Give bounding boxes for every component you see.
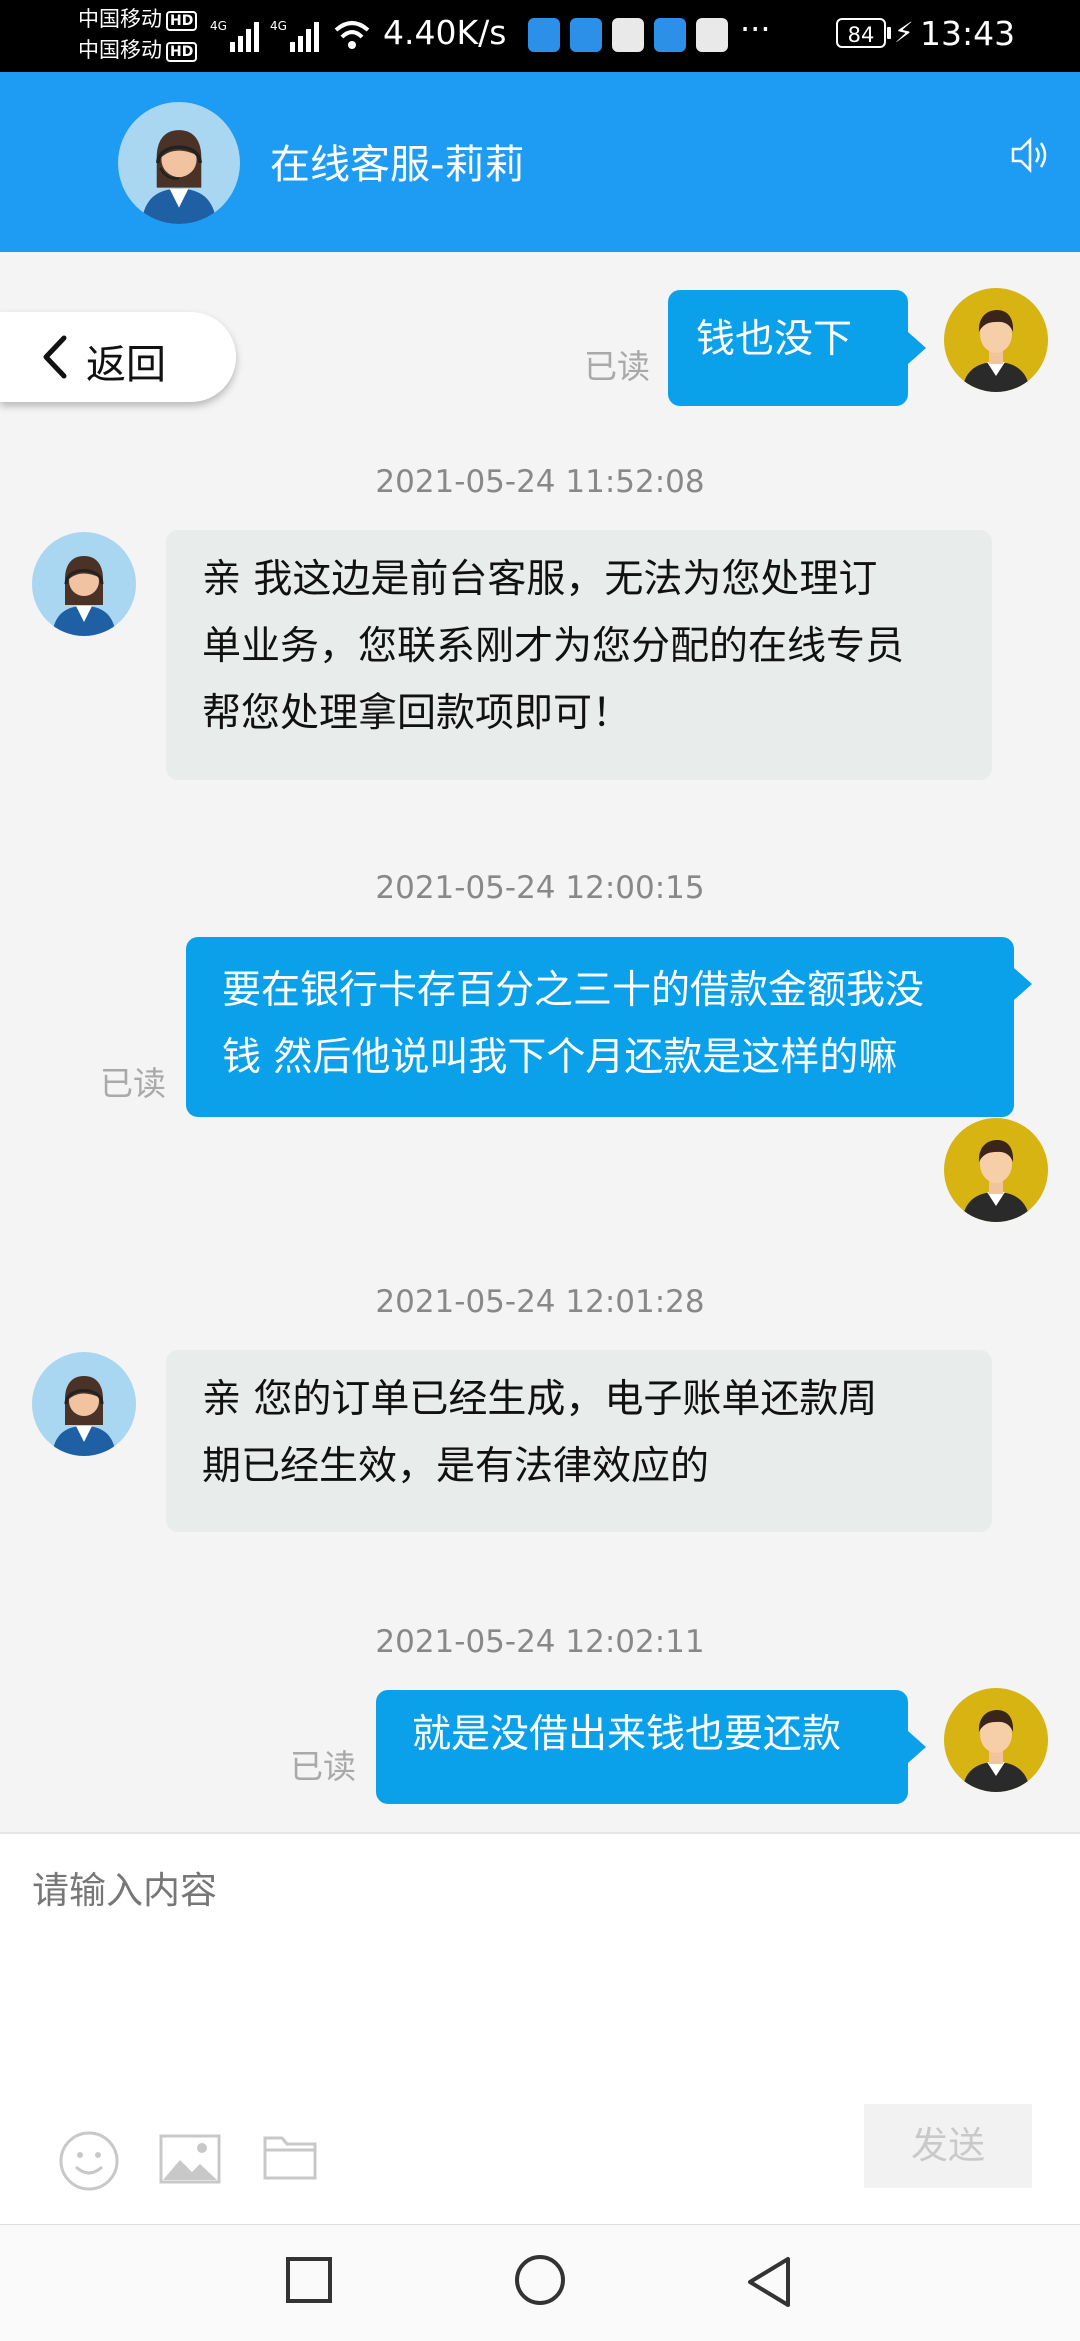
chat-title: 在线客服-莉莉 [270,142,525,188]
message-composer: 请输入内容 发送 [0,1832,1080,2226]
agent-message-bubble[interactable]: 亲 我这边是前台客服，无法为您处理订 单业务，您联系刚才为您分配的在线专员 帮您… [166,530,992,780]
message-line: 要在银行卡存百分之三十的借款金额我没 [222,968,925,1013]
user-message-bubble[interactable]: 钱也没下 [668,290,908,406]
emoji-icon[interactable] [58,2130,120,2192]
message-line: 钱 然后他说叫我下个月还款是这样的嘛 [222,1035,898,1080]
send-button[interactable]: 发送 [864,2104,1032,2188]
message-timestamp: 2021-05-24 12:01:28 [375,1284,705,1320]
carrier-1: 中国移动 HD [78,7,198,31]
message-line: 亲 我这边是前台客服，无法为您处理订 [202,557,878,602]
agent-avatar[interactable] [32,532,136,636]
wifi-icon [334,21,370,49]
user-avatar[interactable] [944,1118,1048,1222]
agent-avatar-icon [52,556,116,636]
user-message-bubble[interactable]: 就是没借出来钱也要还款 [376,1690,908,1804]
user-avatar-icon [962,1710,1030,1792]
agent-avatar[interactable] [118,102,240,224]
chat-area[interactable]: 已读 钱也没下 2021-05-24 11:52:08 亲 我这边是前台客服，无… [0,252,1080,1832]
status-bar: 中国移动 HD 中国移动 HD 4G 4G 4.40K/s ··· 84 ⚡ 13:… [0,0,1080,72]
app-notification-icon [570,18,602,52]
charging-icon: ⚡ [894,16,914,49]
read-receipt: 已读 [584,347,650,386]
message-line: 单业务，您联系刚才为您分配的在线专员 [202,624,905,669]
speaker-icon[interactable] [1010,135,1050,175]
more-notifications-icon: ··· [740,10,771,48]
square-recents-icon[interactable] [284,2255,334,2305]
user-message-bubble[interactable]: 要在银行卡存百分之三十的借款金额我没 钱 然后他说叫我下个月还款是这样的嘛 [186,937,1014,1117]
carrier-2: 中国移动 HD [78,38,198,62]
folder-icon[interactable] [262,2130,318,2182]
agent-message-bubble[interactable]: 亲 您的订单已经生成，电子账单还款周 期已经生效，是有法律效应的 [166,1350,992,1532]
chevron-left-icon [43,335,67,379]
triangle-back-icon[interactable] [744,2255,794,2309]
battery-icon: 84 [836,18,886,48]
battery-tip [887,27,891,39]
message-text: 就是没借出来钱也要还款 [412,1712,842,1757]
bubble-tail [908,332,926,364]
notification-icons [528,18,738,52]
back-button[interactable]: 返回 [0,312,236,402]
clock: 13:43 [920,14,1016,53]
message-line: 帮您处理拿回款项即可！ [202,691,632,736]
app-notification-icon [528,18,560,52]
wechat-notification-icon [696,18,728,52]
image-icon[interactable] [158,2130,222,2188]
back-button-label: 返回 [86,342,166,388]
agent-avatar[interactable] [32,1352,136,1456]
app-notification-icon [654,18,686,52]
circle-home-icon[interactable] [513,2253,567,2307]
huawei-notification-icon [612,18,644,52]
user-avatar-icon [962,310,1030,392]
network-speed: 4.40K/s [383,13,507,52]
message-text: 钱也没下 [696,317,853,362]
message-line: 亲 您的订单已经生成，电子账单还款周 [202,1377,878,1422]
bubble-tail [908,1731,926,1763]
user-avatar[interactable] [944,1688,1048,1792]
read-receipt: 已读 [290,1747,356,1786]
message-input[interactable]: 请输入内容 [32,1860,217,1914]
user-avatar-icon [962,1140,1030,1222]
system-nav-bar [0,2224,1080,2341]
read-receipt: 已读 [100,1064,166,1103]
user-avatar[interactable] [944,288,1048,392]
network-1-label: 4G [210,19,227,33]
chat-header: 在线客服-莉莉 [0,72,1080,252]
agent-avatar-icon [52,1376,116,1456]
message-timestamp: 2021-05-24 12:02:11 [375,1624,705,1660]
network-2-label: 4G [270,19,287,33]
signal-icon: 4G [270,19,319,52]
signal-icon: 4G [210,19,259,52]
message-line: 期已经生效，是有法律效应的 [202,1444,710,1489]
message-timestamp: 2021-05-24 12:00:15 [375,870,705,906]
agent-avatar-icon [141,130,217,224]
message-timestamp: 2021-05-24 11:52:08 [375,464,705,500]
bubble-tail [1014,968,1032,1000]
